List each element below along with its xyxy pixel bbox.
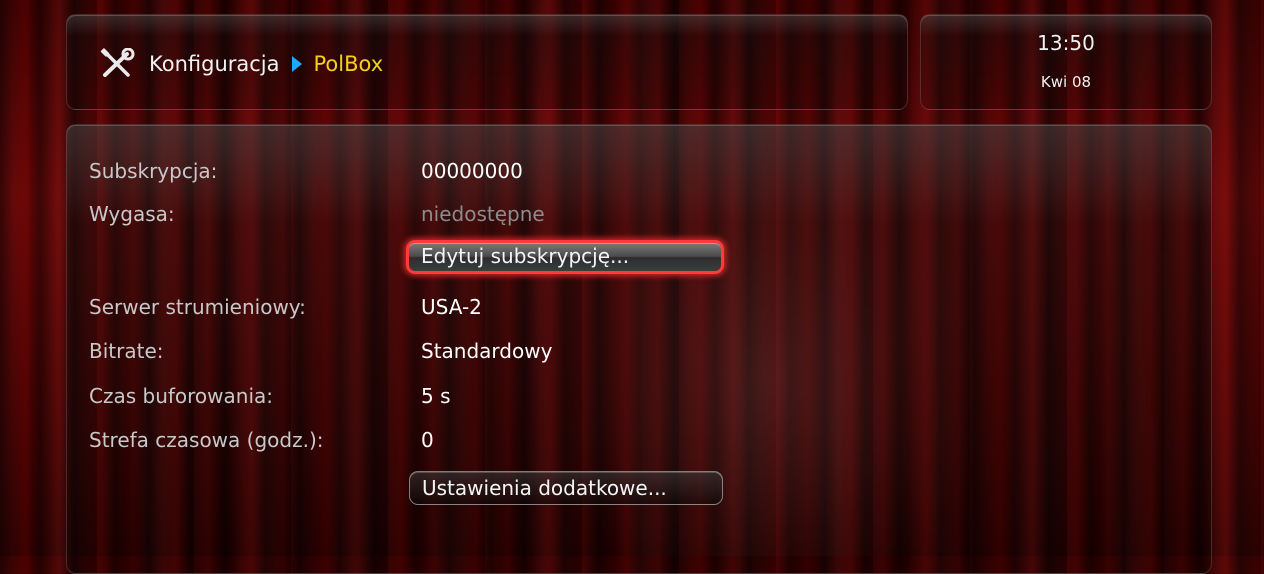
setting-value[interactable]: USA-2: [421, 295, 482, 319]
setting-label: Bitrate:: [89, 339, 164, 363]
setting-label: Subskrypcja:: [89, 159, 218, 183]
setting-label: Wygasa:: [89, 202, 175, 226]
clock-panel: 13:50 Kwi 08: [920, 14, 1212, 110]
edit-subscription-button[interactable]: Edytuj subskrypcję...: [406, 240, 724, 274]
setting-row-expires: Wygasa: niedostępne: [67, 202, 1213, 232]
setting-value[interactable]: Standardowy: [421, 339, 552, 363]
clock-date: Kwi 08: [1040, 73, 1092, 91]
setting-row-subscription: Subskrypcja: 00000000: [67, 159, 1213, 189]
setting-row-bitrate[interactable]: Bitrate: Standardowy: [67, 339, 1213, 369]
setting-value[interactable]: 5 s: [421, 384, 451, 408]
setting-row-timezone[interactable]: Strefa czasowa (godz.): 0: [67, 428, 1213, 458]
setting-label: Czas buforowania:: [89, 384, 274, 408]
triangle-right-icon: [291, 56, 302, 72]
tools-icon: [100, 48, 135, 77]
setting-value: 00000000: [421, 159, 523, 183]
setting-row-buffering[interactable]: Czas buforowania: 5 s: [67, 384, 1213, 414]
setting-value: niedostępne: [421, 202, 545, 226]
setting-label: Strefa czasowa (godz.):: [89, 428, 324, 452]
header-panel: Konfiguracja PolBox: [66, 14, 908, 110]
additional-settings-button[interactable]: Ustawienia dodatkowe...: [409, 471, 723, 505]
settings-panel: Subskrypcja: 00000000 Wygasa: niedostępn…: [66, 124, 1212, 574]
breadcrumb-current: PolBox: [313, 52, 384, 76]
breadcrumb: Konfiguracja PolBox: [97, 48, 383, 80]
setting-label: Serwer strumieniowy:: [89, 295, 306, 319]
breadcrumb-root: Konfiguracja: [149, 52, 280, 76]
setting-value[interactable]: 0: [421, 428, 434, 452]
setting-row-stream-server[interactable]: Serwer strumieniowy: USA-2: [67, 295, 1213, 325]
clock-time: 13:50: [1037, 31, 1095, 55]
